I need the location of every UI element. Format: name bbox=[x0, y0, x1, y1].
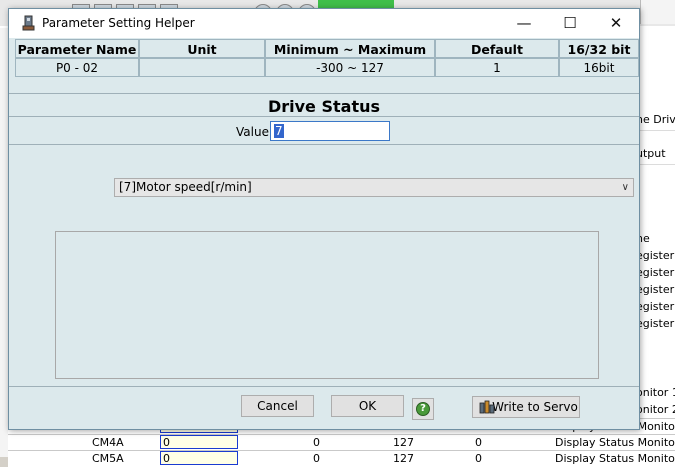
toolbar-right-panel bbox=[640, 0, 675, 24]
value-bit-width: 16bit bbox=[559, 58, 639, 77]
background-cell-text: egister 2 bbox=[636, 266, 675, 279]
minimize-button[interactable]: — bbox=[501, 9, 547, 38]
value-default: 1 bbox=[435, 58, 559, 77]
parameter-setting-dialog: Parameter Setting Helper — ☐ ✕ Parameter… bbox=[8, 8, 640, 430]
select-value: [7]Motor speed[r/min] bbox=[119, 180, 252, 194]
cancel-button[interactable]: Cancel bbox=[241, 395, 314, 417]
background-cell-text: egister 5 bbox=[636, 317, 675, 330]
header-default: Default bbox=[435, 39, 559, 58]
help-icon: ? bbox=[416, 402, 430, 416]
ok-button[interactable]: OK bbox=[331, 395, 404, 417]
status-title: Drive Status bbox=[267, 97, 381, 116]
close-button[interactable]: ✕ bbox=[593, 9, 639, 38]
parameter-info-table: Parameter Name Unit Minimum ~ Maximum De… bbox=[13, 37, 639, 79]
description-panel bbox=[55, 231, 599, 379]
cell-max: 127 bbox=[393, 436, 414, 449]
background-cell-text: egister 1 bbox=[636, 249, 675, 262]
table-row[interactable]: CM4A 0 0 127 0 Display Status Monitor 4 bbox=[8, 434, 675, 451]
value-range: -300 ~ 127 bbox=[265, 58, 435, 77]
header-parameter-name: Parameter Name bbox=[15, 39, 139, 58]
cell-value-input[interactable]: 0 bbox=[160, 451, 238, 465]
divider bbox=[9, 116, 639, 117]
cell-description: Display Status Monitor 4 bbox=[555, 436, 675, 449]
value-parameter-name: P0 - 02 bbox=[15, 58, 139, 77]
value-selected-text: 7 bbox=[274, 124, 284, 138]
write-to-servo-button[interactable]: Write to Servo bbox=[472, 396, 580, 418]
value-label: Value bbox=[236, 125, 269, 139]
cell-max: 127 bbox=[393, 452, 414, 465]
cell-default: 0 bbox=[475, 452, 482, 465]
value-input[interactable]: 7 bbox=[270, 121, 390, 141]
chevron-down-icon: ∨ bbox=[621, 182, 629, 193]
divider bbox=[9, 93, 639, 94]
divider bbox=[9, 144, 639, 145]
app-icon bbox=[22, 15, 35, 31]
cell-default: 0 bbox=[475, 436, 482, 449]
value-unit bbox=[139, 58, 265, 77]
dialog-titlebar[interactable]: Parameter Setting Helper — ☐ ✕ bbox=[9, 9, 639, 38]
dialog-title: Parameter Setting Helper bbox=[42, 16, 195, 30]
cell-min: 0 bbox=[313, 436, 320, 449]
cell-name: CM4A bbox=[92, 436, 124, 449]
header-bit-width: 16/32 bit bbox=[559, 39, 639, 58]
background-cell-text: egister 3 bbox=[636, 283, 675, 296]
monitor-item-select[interactable]: [7]Motor speed[r/min] ∨ bbox=[114, 178, 634, 197]
write-to-servo-label: Write to Servo bbox=[492, 400, 578, 414]
table-row[interactable]: CM5A 0 0 127 0 Display Status Monitor 5 bbox=[8, 450, 675, 467]
cell-min: 0 bbox=[313, 452, 320, 465]
background-cell-text: he Drive bbox=[636, 113, 675, 126]
background-cell-text: onitor 1 bbox=[636, 386, 675, 399]
cell-name: CM5A bbox=[92, 452, 124, 465]
header-range: Minimum ~ Maximum bbox=[265, 39, 435, 58]
help-button[interactable]: ? bbox=[412, 398, 434, 420]
background-cell-text: onitor 2 bbox=[636, 403, 675, 416]
divider bbox=[9, 386, 639, 387]
header-unit: Unit bbox=[139, 39, 265, 58]
write-servo-icon bbox=[479, 400, 495, 414]
background-cell-text: utput bbox=[636, 147, 666, 160]
maximize-button[interactable]: ☐ bbox=[547, 9, 593, 38]
cell-value-input[interactable]: 0 bbox=[160, 435, 238, 449]
cell-description: Display Status Monitor 5 bbox=[555, 452, 675, 465]
background-cell-text: egister 4 bbox=[636, 300, 675, 313]
